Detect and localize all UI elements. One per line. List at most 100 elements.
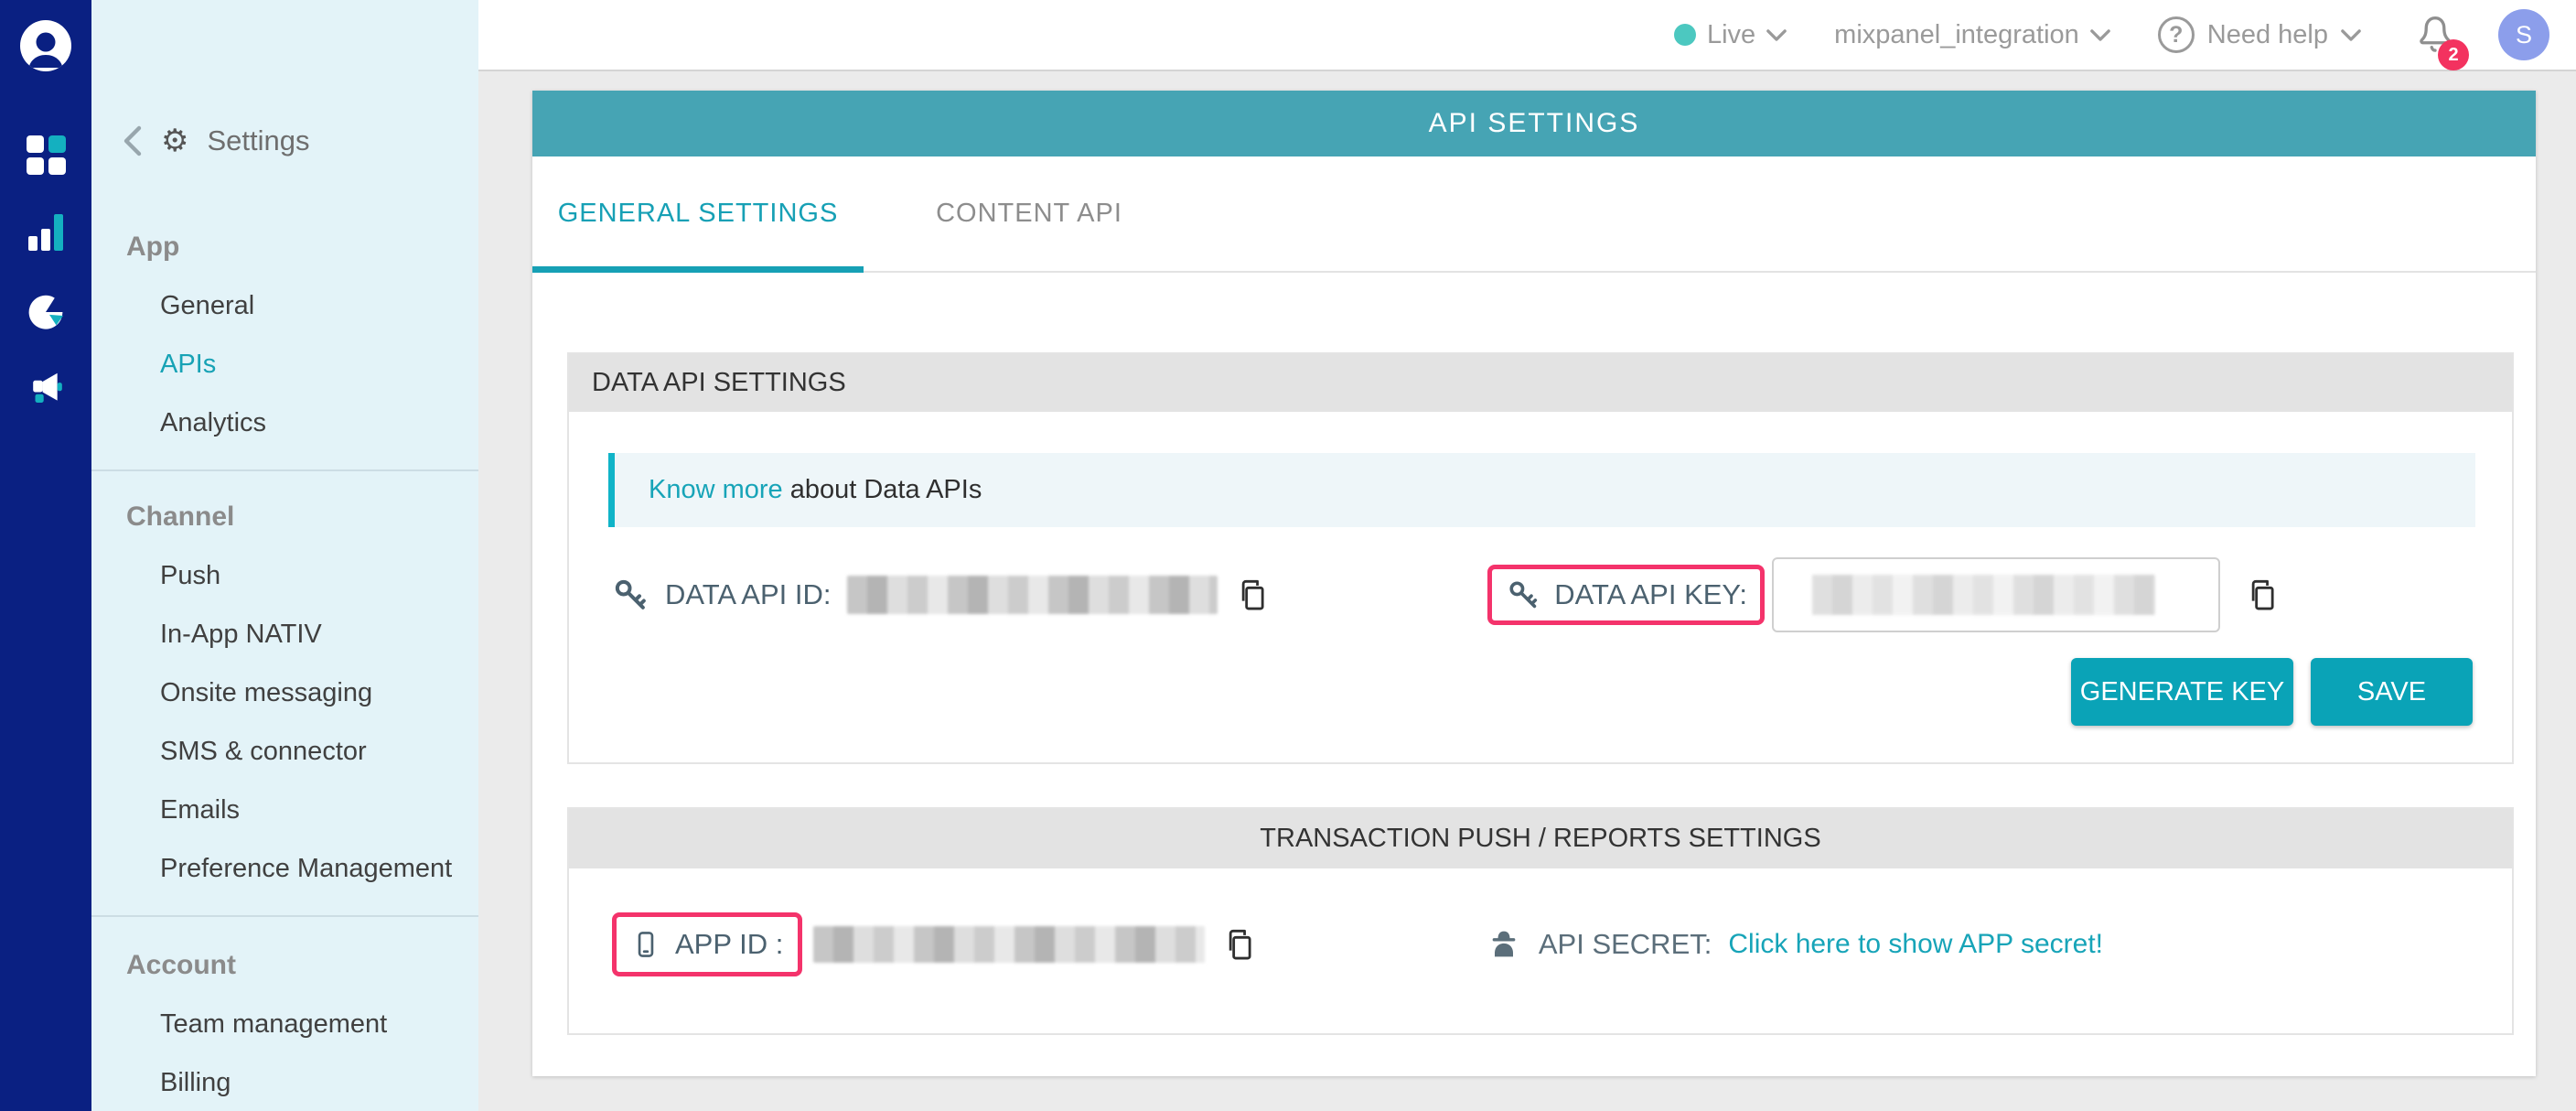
sidebar-section-channel: Channel [91,488,478,546]
data-api-key-field: DATA API KEY: [1487,557,2282,632]
need-help-menu[interactable]: ? Need help [2158,16,2361,53]
transaction-push-section: TRANSACTION PUSH / REPORTS SETTINGS APP … [567,807,2514,1035]
save-button[interactable]: SAVE [2311,658,2473,726]
know-more-banner: Know more about Data APIs [608,453,2475,527]
top-bar: Live mixpanel_integration ? Need help 2 … [478,0,2576,71]
app-id-field: APP ID : [612,912,1260,976]
sidebar-item-label[interactable]: General [91,291,254,321]
sidebar-section-account: Account [91,936,478,995]
banner-text: about Data APIs [783,475,982,504]
sidebar-item-general[interactable]: General [91,276,478,335]
sidebar-section-app: App [91,218,478,276]
copy-app-id-button[interactable] [1221,925,1260,964]
sidebar-item-label[interactable]: Billing [91,1068,231,1098]
data-api-key-redacted-value [1812,575,2155,615]
copy-icon [1234,576,1272,614]
card-title-bar: API SETTINGS [532,91,2536,156]
sidebar-item-label[interactable]: SMS & connector [91,737,367,767]
tab-bar: GENERAL SETTINGS CONTENT API [532,156,2536,273]
brand-logo[interactable] [0,0,91,92]
sidebar-item-apis[interactable]: APIs [91,335,478,394]
data-api-id-label: DATA API ID: [665,578,831,611]
environment-selector[interactable]: Live [1674,20,1787,50]
copy-icon [2244,576,2282,614]
notifications-button[interactable]: 2 [2409,8,2462,61]
section-header-label: DATA API SETTINGS [592,368,846,398]
tab-general-settings[interactable]: GENERAL SETTINGS [532,156,864,271]
data-api-key-highlight-box: DATA API KEY: [1487,565,1765,625]
chevron-left-icon [123,125,143,156]
copy-data-api-id-button[interactable] [1234,576,1272,614]
chevron-down-icon [2090,29,2110,41]
sidebar-divider [91,469,478,471]
sidebar-item-analytics[interactable]: Analytics [91,394,478,452]
sidebar-item-label[interactable]: Emails [91,795,240,825]
copy-icon [1221,925,1260,964]
api-secret-label: API SECRET: [1539,928,1712,961]
app-id-label: APP ID : [675,928,783,961]
main-content: API SETTINGS GENERAL SETTINGS CONTENT AP… [478,71,2576,1111]
data-api-key-input[interactable] [1772,557,2220,632]
sidebar-item-label[interactable]: Onsite messaging [91,678,372,708]
section-header-label: TRANSACTION PUSH / REPORTS SETTINGS [1260,824,1820,854]
project-selector[interactable]: mixpanel_integration [1834,20,2110,50]
data-api-id-redacted-value [847,576,1218,614]
avatar-logo-icon [19,19,72,72]
show-app-secret-link[interactable]: Click here to show APP secret! [1728,929,2103,960]
apps-grid-icon [27,135,66,175]
help-icon: ? [2158,16,2195,53]
sidebar-item-team-management[interactable]: Team management [91,995,478,1053]
card-title: API SETTINGS [1429,108,1640,139]
sidebar-item-billing[interactable]: Billing [91,1053,478,1111]
transaction-push-header: TRANSACTION PUSH / REPORTS SETTINGS [569,809,2512,868]
sidebar-divider [91,915,478,917]
spy-icon [1486,926,1522,963]
sidebar-header: ⚙ Settings [123,124,310,157]
key-icon [612,577,649,613]
section-label: App [91,232,179,263]
live-status-dot [1674,24,1696,46]
back-button[interactable] [123,125,143,156]
data-api-settings-header: DATA API SETTINGS [569,354,2512,412]
sidebar-item-onsite-messaging[interactable]: Onsite messaging [91,663,478,722]
sidebar-item-sms-connector[interactable]: SMS & connector [91,722,478,781]
sidebar-item-preference-management[interactable]: Preference Management [91,839,478,898]
transaction-fields-row: APP ID : [612,912,2473,1033]
api-secret-field: API SECRET: Click here to show APP secre… [1486,926,2103,963]
sidebar-title: Settings [207,124,309,157]
live-label: Live [1707,20,1755,50]
rail-item-dashboard[interactable] [0,135,91,175]
sidebar-item-label[interactable]: Analytics [91,408,266,438]
bar-chart-icon [28,214,63,251]
section-label: Account [91,950,236,981]
sidebar-item-label[interactable]: Team management [91,1009,387,1040]
need-help-label: Need help [2207,20,2328,50]
sidebar-item-label[interactable]: Push [91,561,220,591]
sidebar-item-label-active[interactable]: APIs [91,350,216,380]
notification-badge: 2 [2438,39,2469,70]
user-avatar[interactable]: S [2498,9,2549,60]
megaphone-icon [25,368,67,410]
pie-chart-icon [25,291,67,333]
sidebar-item-label[interactable]: In-App NATIV [91,620,322,650]
sidebar-item-inapp-nativ[interactable]: In-App NATIV [91,605,478,663]
card-content: DATA API SETTINGS Know more about Data A… [532,352,2536,1035]
know-more-link[interactable]: Know more [649,475,783,504]
data-api-fields-row: DATA API ID: [612,557,2473,632]
sidebar-nav: App General APIs Analytics Channel Push … [91,218,478,1111]
generate-key-button[interactable]: GENERATE KEY [2071,658,2293,726]
api-settings-card: API SETTINGS GENERAL SETTINGS CONTENT AP… [532,91,2536,1076]
sidebar-item-label[interactable]: Preference Management [91,854,452,884]
settings-sidebar: ⚙ Settings App General APIs Analytics Ch… [91,0,478,1111]
rail-item-analytics[interactable] [0,214,91,251]
chevron-down-icon [1766,29,1787,41]
tab-content-api[interactable]: CONTENT API [864,156,1195,271]
copy-data-api-key-button[interactable] [2244,576,2282,614]
sidebar-item-emails[interactable]: Emails [91,781,478,839]
sidebar-item-push[interactable]: Push [91,546,478,605]
gear-icon: ⚙ [161,125,188,156]
rail-item-reports[interactable] [0,291,91,333]
data-api-settings-section: DATA API SETTINGS Know more about Data A… [567,352,2514,764]
data-api-buttons-row: GENERATE KEY SAVE [569,658,2473,762]
rail-item-campaigns[interactable] [0,368,91,410]
